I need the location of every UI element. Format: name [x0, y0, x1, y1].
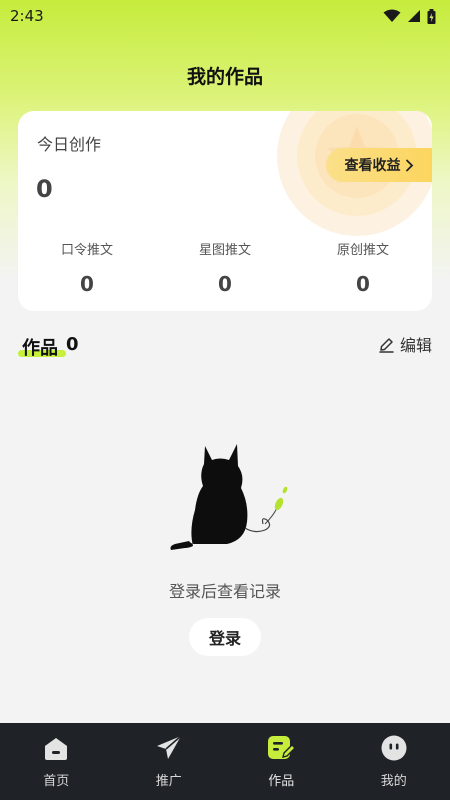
works-count: 0 [66, 334, 79, 355]
pencil-icon [379, 337, 394, 353]
stat-label: 口令推文 [60, 243, 113, 258]
battery-icon [427, 8, 436, 24]
home-icon [41, 733, 71, 763]
cat-illustration-icon [170, 444, 288, 550]
edit-button[interactable]: 编辑 [378, 332, 432, 356]
stat-label: 星图推文 [198, 243, 251, 258]
chevron-right-icon [405, 159, 413, 171]
stat-value: 0 [80, 272, 94, 296]
login-button[interactable]: 登录 [189, 618, 261, 656]
tab-label: 首页 [43, 774, 70, 789]
page-title: 我的作品 [186, 66, 263, 88]
status-icons [383, 8, 436, 24]
signal-icon [408, 10, 420, 22]
tab-label: 作品 [268, 774, 295, 789]
stat-label: 原创推文 [336, 243, 389, 258]
today-label: 今日创作 [37, 135, 102, 154]
status-bar: 2:43 [0, 0, 450, 32]
wifi-icon [383, 9, 401, 22]
view-earnings-button[interactable]: 查看收益 [326, 148, 432, 182]
stat-kouling[interactable]: 口令推文 0 [18, 239, 156, 296]
stat-xingtu[interactable]: 星图推文 0 [156, 239, 294, 296]
view-earnings-label: 查看收益 [344, 158, 401, 174]
paper-plane-icon [154, 733, 184, 763]
empty-state-message: 登录后查看记录 [168, 582, 281, 601]
stat-value: 0 [218, 272, 232, 296]
tab-label: 我的 [380, 774, 407, 789]
works-edit-icon [266, 733, 297, 763]
stat-value: 0 [356, 272, 370, 296]
today-value: 0 [36, 175, 53, 203]
tab-label: 推广 [155, 774, 182, 789]
edit-label: 编辑 [399, 336, 432, 355]
summary-card: 今日创作 0 查看收益 口令推文 0 星图推文 0 原创推文 0 [18, 111, 432, 311]
works-title: 作品 [22, 338, 58, 359]
tab-profile[interactable]: 我的 [338, 723, 450, 800]
stats-row: 口令推文 0 星图推文 0 原创推文 0 [18, 239, 432, 296]
tab-works[interactable]: 作品 [225, 723, 338, 800]
tab-home[interactable]: 首页 [0, 723, 113, 800]
status-time: 2:43 [10, 7, 44, 25]
stat-original[interactable]: 原创推文 0 [294, 239, 432, 296]
tab-promote[interactable]: 推广 [113, 723, 226, 800]
bottom-tabbar: 首页 推广 作品 我的 [0, 723, 450, 800]
works-section-header: 作品 0 编辑 [18, 332, 432, 362]
profile-face-icon [379, 733, 409, 763]
